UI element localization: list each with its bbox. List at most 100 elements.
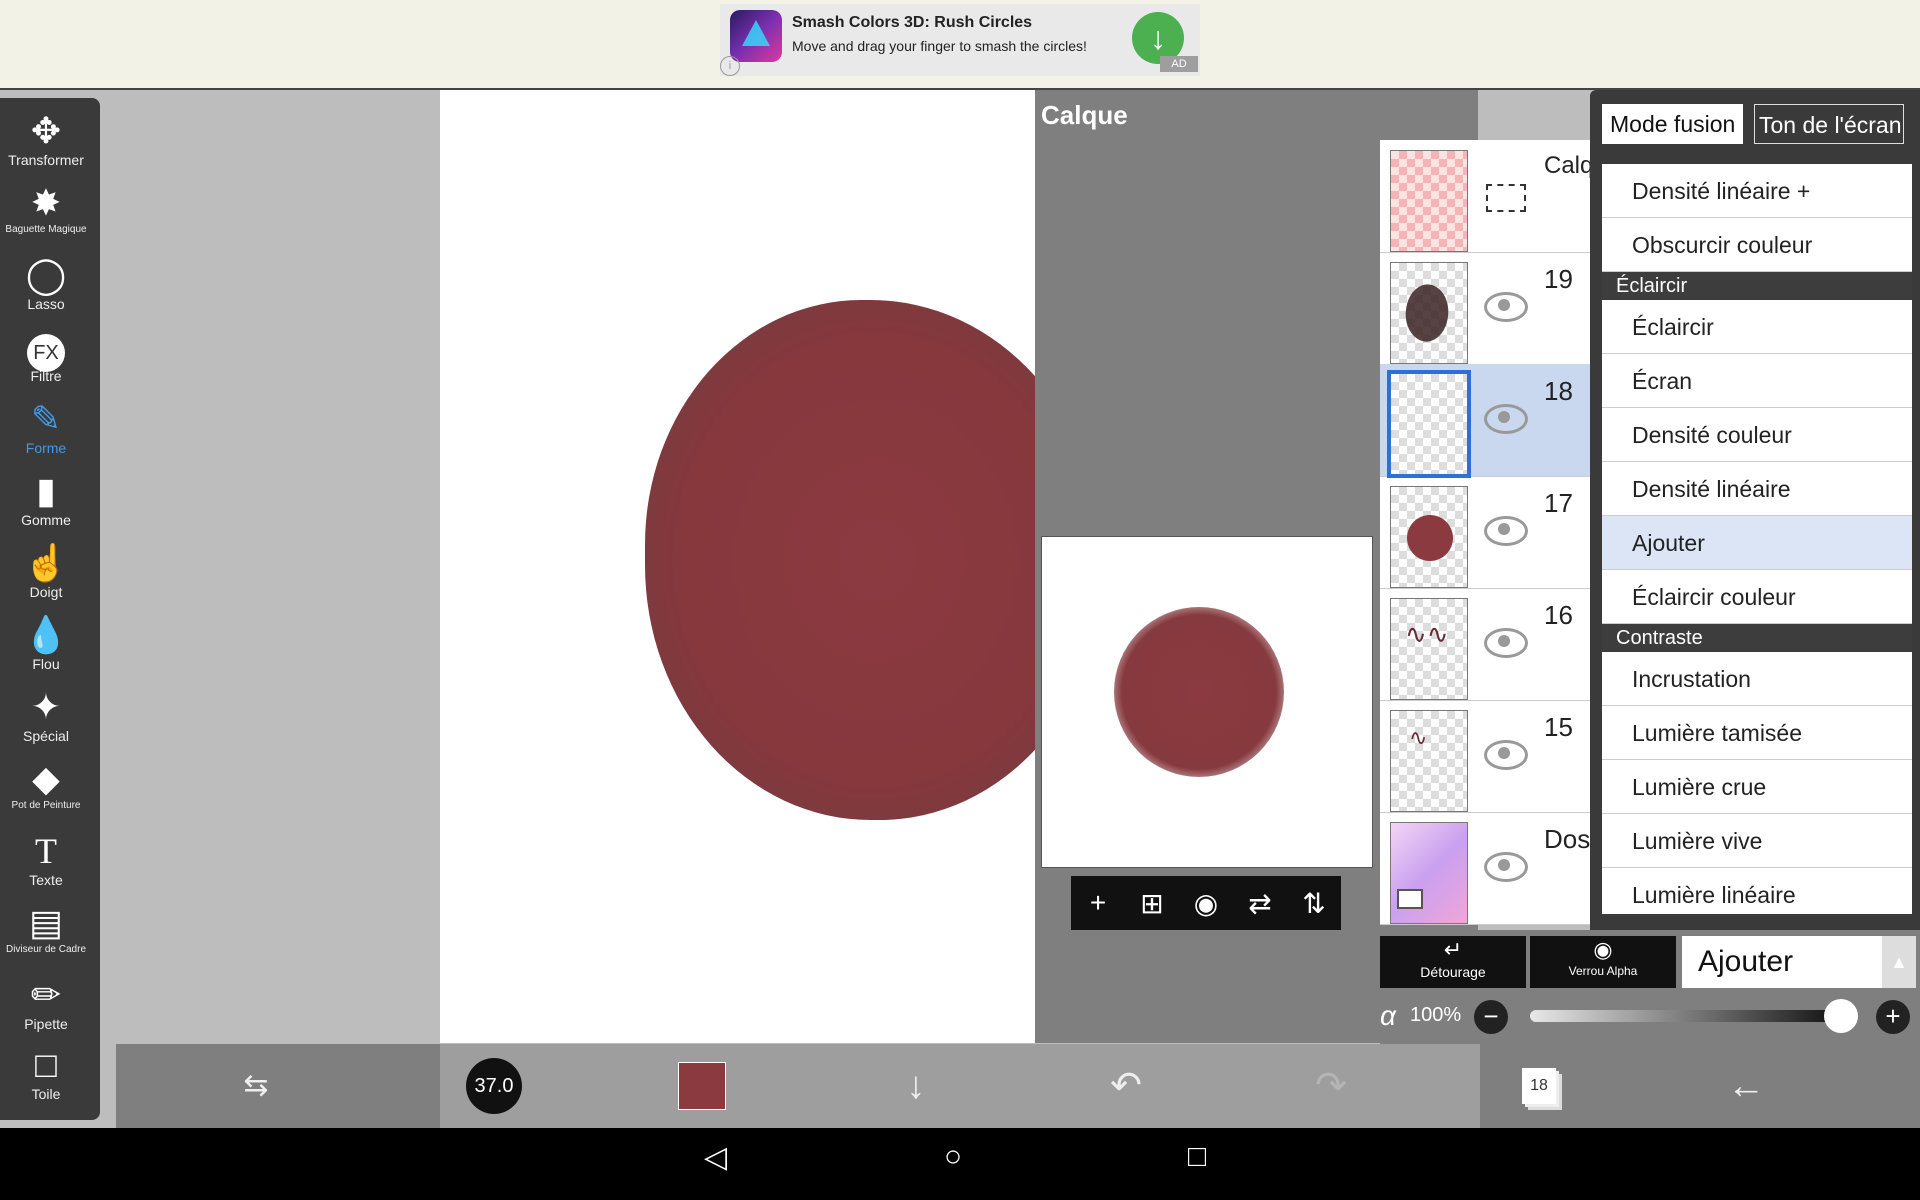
bottom-toolbar: ⇆ 37.0 ↓ ↶ ↷ 18 ← <box>116 1044 1920 1128</box>
blur-drop-icon: 💧 <box>23 614 69 655</box>
folder-icon <box>1397 889 1423 909</box>
layer-row[interactable]: 19 <box>1380 252 1610 365</box>
blend-option[interactable]: Obscurcir couleur <box>1602 218 1912 272</box>
ad-badge: AD <box>1160 56 1198 72</box>
text-icon: T <box>35 831 57 871</box>
eye-icon[interactable] <box>1484 852 1528 882</box>
layer-row-selection[interactable]: Calque de sélection P <box>1380 140 1755 253</box>
blend-mode-label: Mode fusion <box>1602 104 1744 144</box>
add-layer-copy-icon[interactable]: ⊞ <box>1130 887 1174 920</box>
ad-banner: Smash Colors 3D: Rush Circles Move and d… <box>0 0 1920 90</box>
layers-count-button[interactable]: 18 <box>1522 1068 1556 1104</box>
color-swatch[interactable] <box>678 1062 726 1110</box>
tool-blur[interactable]: 💧 Flou <box>0 614 92 672</box>
blend-option[interactable]: Densité linéaire + <box>1602 164 1912 218</box>
alpha-lock-button[interactable]: ◉ Verrou Alpha <box>1530 936 1676 988</box>
blend-group-header: Éclaircir <box>1602 272 1912 300</box>
opacity-decrease-button[interactable]: − <box>1474 1000 1508 1034</box>
tool-paint-bucket[interactable]: ◆ Pot de Peinture <box>0 758 92 811</box>
layer-thumbnail <box>1390 262 1468 364</box>
camera-icon[interactable]: ◉ <box>1184 887 1228 920</box>
eye-icon[interactable] <box>1484 740 1528 770</box>
layer-row[interactable]: 17 <box>1380 476 1610 589</box>
layer-thumbnail <box>1390 150 1468 252</box>
tool-label: Forme <box>25 440 67 456</box>
ad-subtitle[interactable]: Move and drag your finger to smash the c… <box>792 38 1087 54</box>
blend-option[interactable]: Densité couleur <box>1602 408 1912 462</box>
tool-label: Pot de Peinture <box>11 800 81 811</box>
ad-app-icon[interactable] <box>730 10 782 62</box>
blend-mode-select[interactable]: Ajouter <box>1682 936 1882 988</box>
eye-icon[interactable] <box>1484 404 1528 434</box>
tool-label: Pipette <box>24 1016 68 1032</box>
info-icon[interactable]: i <box>720 56 740 76</box>
blend-option[interactable]: Lumière vive <box>1602 814 1912 868</box>
blend-option-selected[interactable]: Ajouter <box>1602 516 1912 570</box>
tool-lasso[interactable]: ◯ Lasso <box>0 254 92 312</box>
opacity-slider[interactable] <box>1530 1010 1840 1022</box>
blend-option[interactable]: Écran <box>1602 354 1912 408</box>
opacity-value: 100% <box>1410 1004 1462 1026</box>
eye-icon[interactable] <box>1484 628 1528 658</box>
blend-option[interactable]: Lumière tamisée <box>1602 706 1912 760</box>
panel-title: Calque <box>1041 100 1128 130</box>
arrow-down-icon[interactable]: ↓ <box>886 1044 946 1128</box>
undo-icon[interactable]: ↶ <box>1096 1044 1156 1128</box>
tool-text[interactable]: T Texte <box>0 830 92 888</box>
opacity-increase-button[interactable]: + <box>1876 1000 1910 1034</box>
layer-actions-bar: + ⊞ ◉ ⇄ ⇅ <box>1071 876 1341 930</box>
blend-option[interactable]: Densité linéaire <box>1602 462 1912 516</box>
tool-brush[interactable]: ✎ Forme <box>0 398 92 456</box>
add-layer-icon[interactable]: + <box>1076 887 1120 919</box>
nav-home-icon[interactable]: ○ <box>944 1140 962 1174</box>
tool-label: Spécial <box>23 728 69 744</box>
clipping-button[interactable]: ↵ Détourage <box>1380 936 1526 988</box>
layer-thumbnail <box>1390 486 1468 588</box>
opacity-slider-handle[interactable] <box>1824 999 1858 1033</box>
blend-group-header: Contraste <box>1602 624 1912 652</box>
layer-name: 18 <box>1544 376 1573 406</box>
tool-transformer[interactable]: ✥ Transformer <box>0 110 92 168</box>
eye-icon[interactable] <box>1484 516 1528 546</box>
alpha-lock-label: Verrou Alpha <box>1568 964 1638 978</box>
chevron-up-icon[interactable]: ▲ <box>1882 936 1916 988</box>
tool-magic-wand[interactable]: ✸ Baguette Magique <box>0 182 92 235</box>
clipping-label: Détourage <box>1420 964 1486 980</box>
flip-vertical-icon[interactable]: ⇅ <box>1292 887 1336 920</box>
blend-option[interactable]: Incrustation <box>1602 652 1912 706</box>
layer-thumbnail <box>1390 822 1468 924</box>
lock-icon: ◉ <box>1593 937 1613 962</box>
blend-mode-value[interactable]: Ton de l'écran <box>1754 104 1904 144</box>
blend-mode-dropdown: Mode fusion Ton de l'écran Densité linéa… <box>1590 90 1920 930</box>
ad-title[interactable]: Smash Colors 3D: Rush Circles <box>792 14 1032 32</box>
flip-horizontal-icon[interactable]: ⇄ <box>1238 887 1282 920</box>
eye-icon[interactable] <box>1484 292 1528 322</box>
tool-special[interactable]: ✦ Spécial <box>0 686 92 744</box>
blend-option[interactable]: Éclaircir <box>1602 300 1912 354</box>
tool-finger[interactable]: ☝ Doigt <box>0 542 92 600</box>
tool-eraser[interactable]: ▮ Gomme <box>0 470 92 528</box>
swap-tools-icon[interactable]: ⇆ <box>226 1044 286 1128</box>
blend-option[interactable]: Lumière crue <box>1602 760 1912 814</box>
back-arrow-icon[interactable]: ← <box>1716 1044 1776 1128</box>
layer-row-folder[interactable]: Doss <box>1380 812 1610 925</box>
layer-row[interactable]: ∿∿ 16 <box>1380 588 1610 701</box>
drawing-canvas[interactable] <box>440 90 1035 1043</box>
canvas-icon: □ <box>35 1044 57 1085</box>
ad-unit[interactable]: Smash Colors 3D: Rush Circles Move and d… <box>720 4 1200 76</box>
layer-row[interactable]: ∿ 15 <box>1380 700 1610 813</box>
tool-eyedropper[interactable]: ✏ Pipette <box>0 974 92 1032</box>
tool-canvas[interactable]: □ Toile <box>0 1044 92 1102</box>
blend-option[interactable]: Lumière linéaire <box>1602 868 1912 914</box>
tool-frame-divider[interactable]: ▤ Diviseur de Cadre <box>0 902 92 955</box>
tool-label: Filtre <box>30 368 62 384</box>
layer-row-selected[interactable]: 18 <box>1380 364 1610 478</box>
blend-option[interactable]: Éclaircir couleur <box>1602 570 1912 624</box>
tool-filter[interactable]: FX Filtre <box>0 326 92 384</box>
nav-back-icon[interactable]: ◁ <box>704 1140 727 1175</box>
tool-label: Flou <box>32 656 60 672</box>
redo-icon[interactable]: ↷ <box>1301 1044 1361 1128</box>
brush-size-indicator[interactable]: 37.0 <box>466 1058 522 1114</box>
nav-recents-icon[interactable]: □ <box>1188 1140 1206 1174</box>
fx-icon: FX <box>0 326 92 372</box>
